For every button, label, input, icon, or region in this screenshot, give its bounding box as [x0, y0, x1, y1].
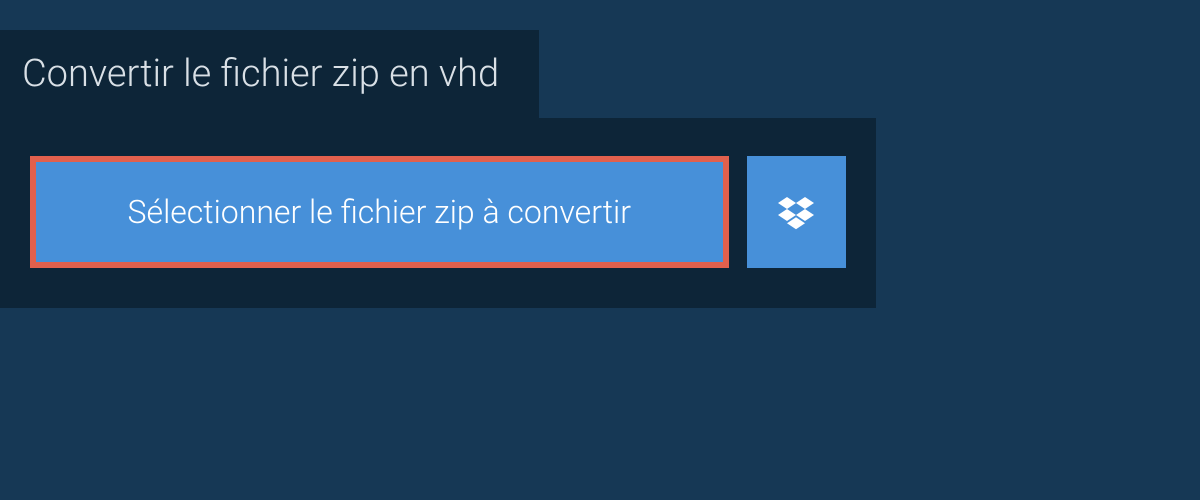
- dropbox-button[interactable]: [747, 156, 846, 268]
- page-title: Convertir le fichier zip en vhd: [22, 52, 499, 96]
- button-row: Sélectionner le fichier zip à convertir: [30, 156, 846, 268]
- tab-header: Convertir le fichier zip en vhd: [0, 30, 539, 118]
- dropbox-icon: [778, 194, 814, 230]
- select-file-button[interactable]: Sélectionner le fichier zip à convertir: [30, 156, 729, 268]
- converter-panel: Sélectionner le fichier zip à convertir: [0, 118, 876, 308]
- select-file-label: Sélectionner le fichier zip à convertir: [128, 193, 631, 231]
